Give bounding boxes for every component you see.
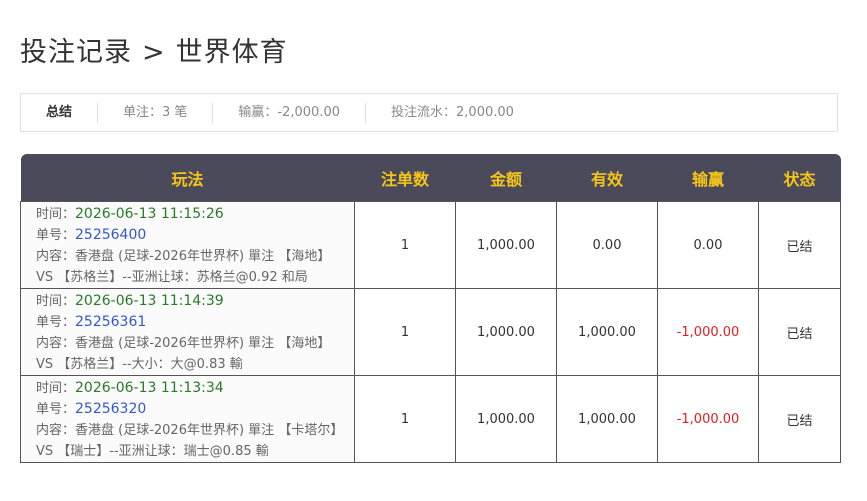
column-header-status: 状态: [758, 154, 841, 202]
bet-time-value: 2026-06-13 11:14:39: [75, 293, 224, 309]
bet-count: 1: [354, 288, 456, 376]
summary-winloss: 输赢：-2,000.00: [212, 102, 365, 123]
bet-time: 时间：2026-06-13 11:13:34: [36, 380, 224, 396]
bet-time-value: 2026-06-13 11:15:26: [75, 206, 224, 222]
page-title: 投注记录 > 世界体育: [20, 30, 288, 69]
summary-label: 总结: [46, 104, 73, 120]
bet-time-value: 2026-06-13 11:13:34: [75, 380, 224, 396]
bet-content: 内容：香港盘 (足球-2026年世界杯) 單注 【海地】 VS 【苏格兰】--大…: [36, 336, 331, 372]
bet-count: 1: [354, 201, 456, 289]
bet-status: 已结: [758, 288, 841, 376]
table-row: 时间：2026-06-13 11:15:26 单号：25256400 内容：香港…: [20, 201, 841, 289]
column-header-count: 注单数: [354, 154, 456, 202]
column-header-winloss: 输赢: [657, 154, 759, 202]
bet-ticket-value: 25256361: [75, 314, 147, 330]
bet-content: 内容：香港盘 (足球-2026年世界杯) 單注 【海地】 VS 【苏格兰】--亚…: [36, 249, 331, 285]
bet-time: 时间：2026-06-13 11:15:26: [36, 206, 224, 222]
bet-info-cell: 时间：2026-06-13 11:14:39 单号：25256361 内容：香港…: [20, 288, 355, 376]
summary-count: 单注：3 笔: [97, 102, 212, 123]
bet-amount: 1,000.00: [455, 288, 557, 376]
bet-ticket: 单号：25256400: [36, 227, 147, 243]
bet-info-cell: 时间：2026-06-13 11:15:26 单号：25256400 内容：香港…: [20, 201, 355, 289]
bet-records-table: 玩法 注单数 金额 有效 输赢 状态 时间：2026-06-13 11:15:2…: [20, 154, 841, 463]
bet-winloss: -1,000.00: [657, 375, 759, 463]
breadcrumb-separator: >: [142, 37, 166, 68]
summary-bar: 总结 单注：3 笔 输赢：-2,000.00 投注流水：2,000.00: [20, 93, 838, 132]
bet-valid: 1,000.00: [556, 375, 658, 463]
bet-ticket: 单号：25256361: [36, 314, 147, 330]
bet-status: 已结: [758, 375, 841, 463]
column-header-play: 玩法: [20, 154, 355, 202]
bet-count: 1: [354, 375, 456, 463]
bet-amount: 1,000.00: [455, 201, 557, 289]
bet-info-cell: 时间：2026-06-13 11:13:34 单号：25256320 内容：香港…: [20, 375, 355, 463]
bet-ticket-value: 25256400: [75, 227, 147, 243]
bet-amount: 1,000.00: [455, 375, 557, 463]
bet-winloss: -1,000.00: [657, 288, 759, 376]
bet-ticket-value: 25256320: [75, 401, 147, 417]
table-header-row: 玩法 注单数 金额 有效 输赢 状态: [20, 154, 841, 202]
bet-content: 内容：香港盘 (足球-2026年世界杯) 單注 【卡塔尔】 VS 【瑞士】--亚…: [36, 423, 344, 459]
summary-turnover: 投注流水：2,000.00: [365, 102, 539, 123]
column-header-valid: 有效: [556, 154, 658, 202]
table-row: 时间：2026-06-13 11:13:34 单号：25256320 内容：香港…: [20, 375, 841, 463]
bet-ticket: 单号：25256320: [36, 401, 147, 417]
table-row: 时间：2026-06-13 11:14:39 单号：25256361 内容：香港…: [20, 288, 841, 376]
bet-time: 时间：2026-06-13 11:14:39: [36, 293, 224, 309]
bet-valid: 1,000.00: [556, 288, 658, 376]
bet-winloss: 0.00: [657, 201, 759, 289]
page-title-sub: 世界体育: [175, 37, 288, 68]
bet-status: 已结: [758, 201, 841, 289]
page-title-main: 投注记录: [20, 37, 132, 68]
bet-valid: 0.00: [556, 201, 658, 289]
column-header-amount: 金额: [455, 154, 557, 202]
